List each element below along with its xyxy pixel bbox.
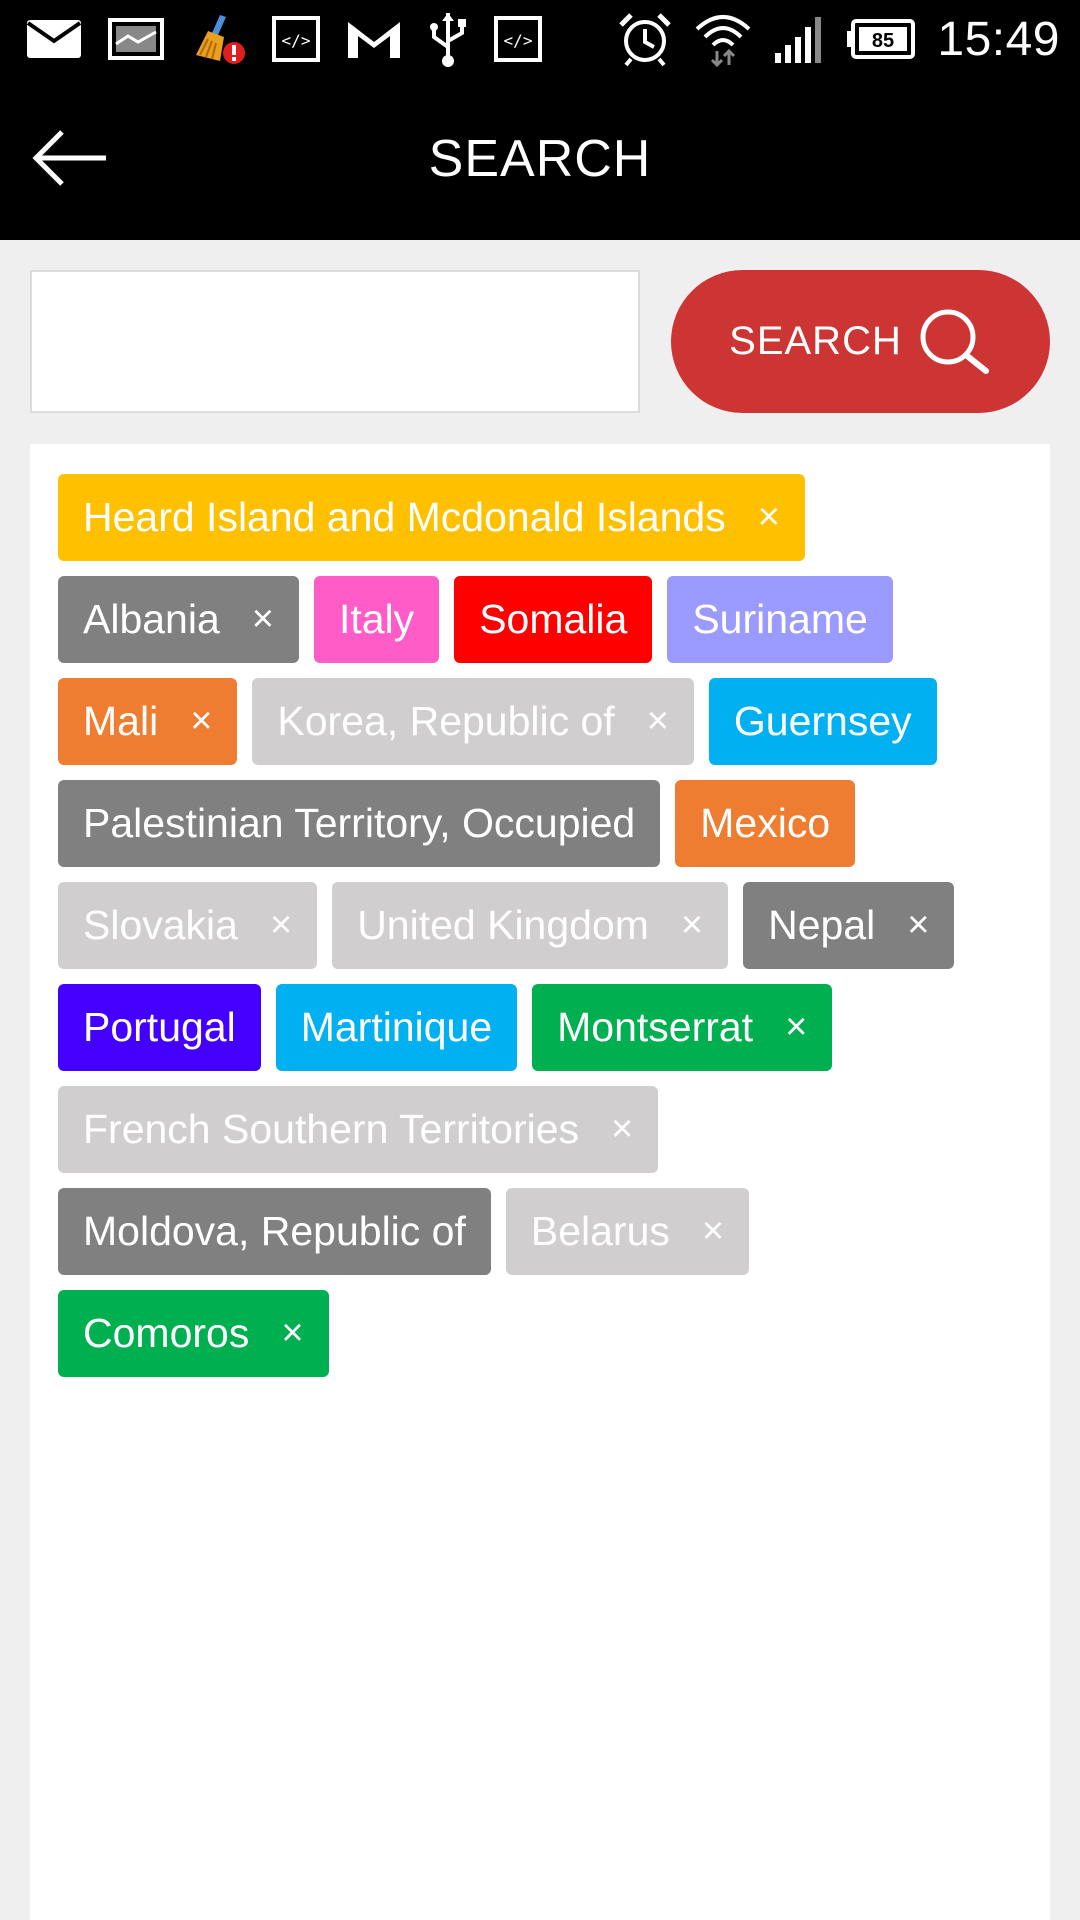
tag-remove-button[interactable]: × <box>785 1006 807 1049</box>
tag-label: Palestinian Territory, Occupied <box>83 800 636 846</box>
tag-remove-button[interactable]: × <box>611 1108 633 1151</box>
tag-row: Moldova, Republic of Belarus × <box>58 1188 1022 1275</box>
wifi-icon <box>693 11 753 67</box>
tag-row: Portugal Martinique Montserrat × <box>58 984 1022 1071</box>
tag-label: Montserrat <box>557 1004 754 1050</box>
tag-chip[interactable]: United Kingdom × <box>332 882 729 969</box>
tag-label: Guernsey <box>733 698 912 744</box>
tag-chip[interactable]: Mali × <box>58 678 238 765</box>
tag-chip[interactable]: Guernsey <box>708 678 937 765</box>
tag-chip[interactable]: Martinique <box>275 984 518 1071</box>
tag-label: Korea, Republic of <box>277 698 615 744</box>
tag-label: Heard Island and Mcdonald Islands <box>83 494 726 540</box>
tag-chip[interactable]: Mexico <box>675 780 856 867</box>
tag-remove-button[interactable]: × <box>702 1210 724 1253</box>
tag-chip[interactable]: Nepal × <box>743 882 955 969</box>
tag-label: Suriname <box>692 596 868 642</box>
search-input[interactable] <box>30 270 640 413</box>
tag-label: United Kingdom <box>357 902 649 948</box>
gmail-icon <box>346 18 402 60</box>
tag-label: Mali <box>83 698 159 744</box>
app-bar: SEARCH <box>0 78 1080 240</box>
svg-text:</>: </> <box>282 31 311 50</box>
battery-icon: 85 <box>847 19 917 59</box>
clock: 15:49 <box>937 12 1060 66</box>
battery-level: 85 <box>872 30 894 52</box>
tag-remove-button[interactable]: × <box>681 904 703 947</box>
tag-chip[interactable]: Moldova, Republic of <box>58 1188 491 1275</box>
tag-chip[interactable]: Heard Island and Mcdonald Islands × <box>58 474 805 561</box>
tag-label: Comoros <box>83 1310 250 1356</box>
tag-remove-button[interactable]: × <box>907 904 929 947</box>
tag-chip[interactable]: Slovakia × <box>58 882 318 969</box>
tag-row: Palestinian Territory, Occupied Mexico <box>58 780 1022 867</box>
system-icons: 85 15:49 <box>597 11 1060 67</box>
back-button[interactable] <box>30 122 110 194</box>
page-title: SEARCH <box>428 130 652 188</box>
tag-label: Moldova, Republic of <box>83 1208 466 1254</box>
tag-label: Albania <box>83 596 220 642</box>
tag-chip[interactable]: French Southern Territories × <box>58 1086 659 1173</box>
tag-label: Slovakia <box>83 902 238 948</box>
search-button[interactable]: SEARCH <box>671 270 1050 413</box>
tag-chip[interactable]: Suriname <box>667 576 893 663</box>
tag-chip[interactable]: Palestinian Territory, Occupied <box>58 780 661 867</box>
image-icon <box>108 18 164 60</box>
tag-remove-button[interactable]: × <box>190 700 212 743</box>
tag-chip[interactable]: Somalia <box>454 576 653 663</box>
tag-chip[interactable]: Albania × <box>58 576 299 663</box>
search-icon <box>920 309 989 374</box>
svg-text:</>: </> <box>504 31 533 50</box>
code-icon: </> <box>494 16 542 62</box>
usb-icon <box>428 11 468 67</box>
tag-remove-button[interactable]: × <box>647 700 669 743</box>
cleaner-alert-icon <box>190 11 246 67</box>
tag-row: Heard Island and Mcdonald Islands × <box>58 474 1022 561</box>
mail-icon <box>26 19 82 59</box>
tag-chip[interactable]: Portugal <box>58 984 261 1071</box>
alarm-icon <box>617 11 673 67</box>
tag-remove-button[interactable]: × <box>270 904 292 947</box>
status-bar: </> </> 85 15:49 <box>0 0 1080 78</box>
tag-remove-button[interactable]: × <box>758 496 780 539</box>
tag-label: Mexico <box>700 800 831 846</box>
tag-row: Albania × Italy Somalia Suriname <box>58 576 1022 663</box>
tag-row: Slovakia × United Kingdom × Nepal × <box>58 882 1022 969</box>
tag-remove-button[interactable]: × <box>252 598 274 641</box>
tag-row: Comoros × <box>58 1290 1022 1377</box>
notification-icons: </> </> <box>26 11 568 67</box>
tag-label: Somalia <box>479 596 628 642</box>
tag-label: Italy <box>338 596 415 642</box>
tag-remove-button[interactable]: × <box>281 1312 303 1355</box>
tag-label: Portugal <box>83 1004 236 1050</box>
tag-label: French Southern Territories <box>83 1106 580 1152</box>
tag-cloud: Heard Island and Mcdonald Islands × Albani… <box>30 444 1050 1920</box>
tag-label: Belarus <box>530 1208 670 1254</box>
code-icon: </> <box>272 16 320 62</box>
tag-row: French Southern Territories × <box>58 1086 1022 1173</box>
tag-chip[interactable]: Korea, Republic of × <box>252 678 694 765</box>
signal-icon <box>773 15 827 63</box>
tag-chip[interactable]: Comoros × <box>58 1290 329 1377</box>
tag-label: Martinique <box>300 1004 493 1050</box>
search-button-label: SEARCH <box>729 319 902 363</box>
tag-chip[interactable]: Montserrat × <box>532 984 833 1071</box>
tag-chip[interactable]: Italy <box>313 576 440 663</box>
arrow-left-icon <box>32 130 106 186</box>
tag-row: Mali × Korea, Republic of × Guernsey <box>58 678 1022 765</box>
tag-label: Nepal <box>768 902 876 948</box>
tag-chip[interactable]: Belarus × <box>505 1188 750 1275</box>
